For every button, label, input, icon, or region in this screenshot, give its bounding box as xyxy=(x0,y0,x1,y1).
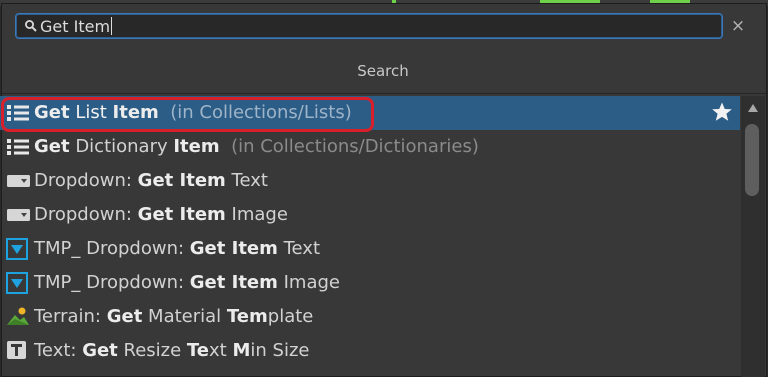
result-row[interactable]: Dropdown: Get Item Text xyxy=(0,164,740,198)
result-label-part: Get Item xyxy=(189,238,278,259)
result-label-part: Image xyxy=(277,272,340,293)
result-label-part: Get xyxy=(106,306,143,327)
result-label-part: Dictionary xyxy=(69,136,174,157)
result-row[interactable]: Get Dictionary Item (in Collections/Dict… xyxy=(0,130,740,164)
result-label-part: Text xyxy=(225,170,268,191)
text-icon xyxy=(6,341,30,360)
dropdown-icon xyxy=(6,206,30,224)
terrain-icon xyxy=(6,307,30,326)
search-icon xyxy=(25,20,37,32)
list-icon xyxy=(6,138,30,156)
scroll-up-arrow-icon[interactable] xyxy=(747,103,759,113)
result-label-part: Resize xyxy=(117,340,187,361)
results-list: Get List Item (in Collections/Lists) Get … xyxy=(0,96,740,377)
result-context: (in Collections/Dictionaries) xyxy=(219,136,479,157)
result-label-part: Text: xyxy=(34,340,83,361)
divider xyxy=(0,93,766,94)
result-label-part: Image xyxy=(225,204,288,225)
result-label-part: TMP_ Dropdown: xyxy=(34,272,190,293)
scrollbar-thumb[interactable] xyxy=(745,124,759,196)
scrollbar[interactable] xyxy=(741,96,765,377)
annotation-highlight xyxy=(1,97,374,132)
result-label-part: Dropdown: xyxy=(34,170,138,191)
result-label-part: M xyxy=(232,340,251,361)
result-label-part: Get Item xyxy=(137,204,226,225)
result-label: Get Dictionary Item (in Collections/Dict… xyxy=(34,136,479,158)
result-label-part: Get xyxy=(82,340,118,361)
search-query: Get Item xyxy=(40,17,113,37)
result-row[interactable]: TMP_ Dropdown: Get Item Text xyxy=(0,232,740,266)
result-label: Text: Get Resize Text Min Size xyxy=(34,340,309,362)
result-label-part: Material xyxy=(142,306,227,327)
result-label-part: xt xyxy=(209,340,233,361)
section-title: Search xyxy=(357,62,409,80)
close-icon[interactable]: × xyxy=(729,16,747,36)
result-label-part: TMP_ Dropdown: xyxy=(34,238,190,259)
result-label-part: Get Item xyxy=(137,170,226,191)
favorite-star-icon[interactable] xyxy=(710,100,734,124)
tmp-dropdown-icon xyxy=(6,238,30,260)
result-label-part: Get Item xyxy=(189,272,278,293)
result-label: TMP_ Dropdown: Get Item Text xyxy=(34,238,320,260)
result-label-part: in Size xyxy=(250,340,310,361)
result-row[interactable]: TMP_ Dropdown: Get Item Image xyxy=(0,266,740,300)
search-input[interactable]: Get Item xyxy=(15,13,723,39)
tmp-dropdown-icon xyxy=(6,272,30,294)
result-label-part: Get xyxy=(34,136,70,157)
search-query-text: Get Item xyxy=(40,17,111,36)
dropdown-icon xyxy=(6,172,30,190)
result-label: Dropdown: Get Item Text xyxy=(34,170,268,192)
result-label-part: plate xyxy=(267,306,314,327)
result-label: TMP_ Dropdown: Get Item Image xyxy=(34,272,340,294)
result-label: Dropdown: Get Item Image xyxy=(34,204,288,226)
result-label-part: Item xyxy=(173,136,220,157)
result-row[interactable]: Dropdown: Get Item Image xyxy=(0,198,740,232)
result-label: Terrain: Get Material Template xyxy=(34,306,313,328)
result-label-part: Terrain: xyxy=(34,306,107,327)
result-row[interactable]: Text: Get Resize Text Min Size xyxy=(0,334,740,368)
result-label-part: Text xyxy=(277,238,321,259)
result-label-part: Dropdown: xyxy=(34,204,138,225)
result-label-part: Tem xyxy=(226,306,268,327)
result-label-part: Te xyxy=(186,340,210,361)
result-row[interactable]: Terrain: Get Material Template xyxy=(0,300,740,334)
text-caret xyxy=(111,17,113,35)
